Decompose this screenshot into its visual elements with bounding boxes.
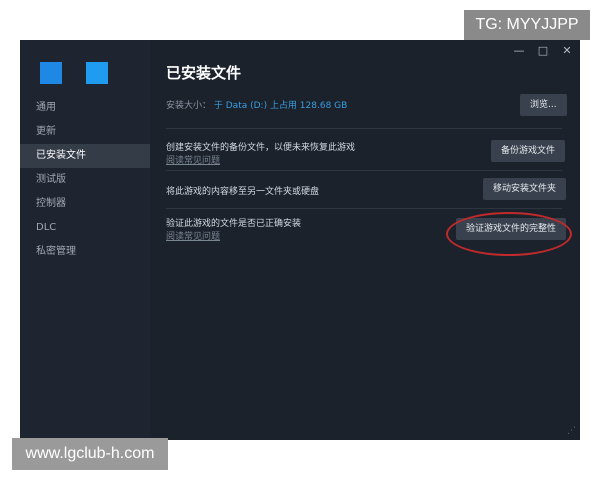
page-title: 已安装文件 (166, 64, 242, 82)
install-size-label: 安装大小： (166, 101, 212, 111)
verify-faq-link[interactable]: 阅读常见问题 (166, 229, 220, 242)
move-install-folder-button[interactable]: 移动安装文件夹 (483, 178, 567, 200)
divider (166, 170, 562, 171)
sidebar-item-dlc[interactable]: DLC (20, 216, 150, 240)
tg-watermark: TG: MYYJJPP (464, 10, 590, 40)
divider (166, 128, 562, 129)
sidebar-item-controller[interactable]: 控制器 (20, 192, 150, 216)
site-watermark: www.lgclub-h.com (12, 438, 168, 470)
install-size-value: 于 Data (D:) 上占用 128.68 GB (213, 101, 348, 111)
close-icon[interactable]: ✕ (560, 44, 574, 57)
maximize-icon[interactable]: □ (536, 44, 550, 57)
resize-grip-icon[interactable]: ⋰ (567, 426, 576, 436)
move-description: 将此游戏的内容移至另一文件夹或硬盘 (166, 187, 320, 197)
window-controls: — □ ✕ (512, 44, 574, 57)
steam-properties-window: 通用 更新 已安装文件 测试版 控制器 DLC 私密管理 — □ ✕ 已安装文件… (20, 40, 580, 440)
backup-description: 创建安装文件的备份文件，以便未来恢复此游戏 (166, 143, 356, 153)
browse-button[interactable]: 浏览... (520, 94, 567, 116)
sidebar-item-updates[interactable]: 更新 (20, 120, 150, 144)
sidebar-item-betas[interactable]: 测试版 (20, 168, 150, 192)
install-size-row: 安装大小： 于 Data (D:) 上占用 128.68 GB (166, 98, 347, 111)
minimize-icon[interactable]: — (512, 44, 526, 57)
sidebar-item-installed-files[interactable]: 已安装文件 (20, 144, 150, 168)
sidebar-nav: 通用 更新 已安装文件 测试版 控制器 DLC 私密管理 (20, 96, 150, 264)
main-panel: — □ ✕ 已安装文件 安装大小： 于 Data (D:) 上占用 128.68… (150, 40, 580, 440)
backup-game-files-button[interactable]: 备份游戏文件 (491, 140, 566, 162)
sidebar: 通用 更新 已安装文件 测试版 控制器 DLC 私密管理 (20, 40, 150, 440)
backup-faq-link[interactable]: 阅读常见问题 (166, 153, 220, 166)
logo-square-icon (40, 62, 62, 84)
sidebar-item-general[interactable]: 通用 (20, 96, 150, 120)
divider (166, 208, 562, 209)
verify-description: 验证此游戏的文件是否已正确安装 (166, 219, 302, 229)
sidebar-item-privacy[interactable]: 私密管理 (20, 240, 150, 264)
logo-square-icon (86, 62, 108, 84)
verify-integrity-button[interactable]: 验证游戏文件的完整性 (456, 218, 567, 240)
